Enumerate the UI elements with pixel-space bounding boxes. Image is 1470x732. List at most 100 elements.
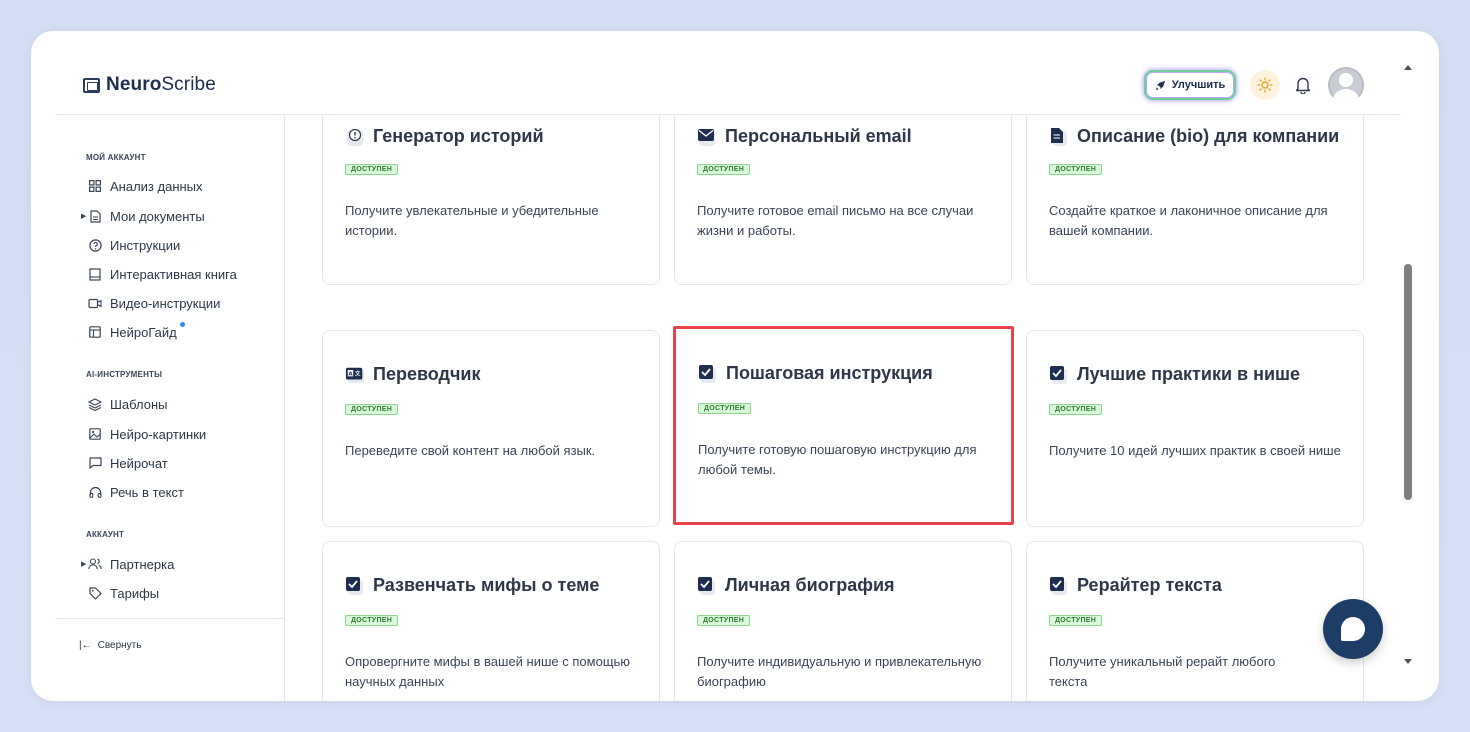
card-title: Рерайтер текста [1049,575,1222,596]
theme-toggle-button[interactable] [1250,70,1280,100]
sidebar-item-speech-to-text[interactable]: Речь в текст [88,483,184,501]
svg-text:文: 文 [355,369,361,377]
check-box-icon [1050,576,1067,595]
sidebar-item-neuro-images[interactable]: Нейро-картинки [88,425,206,443]
status-badge: ДОСТУПЕН [1049,164,1103,175]
card-title: Генератор историй [345,126,544,147]
template-card-best-practices[interactable]: Лучшие практики в нише ДОСТУПЕН Получите… [1026,330,1364,527]
status-badge: ДОСТУПЕН [345,615,399,626]
card-description: Переведите свой контент на любой язык. [345,443,596,458]
check-box-icon [698,576,715,595]
logo-text: NeuroScribe [106,74,216,95]
sidebar-item-my-documents[interactable]: ▶ Мои документы [81,207,205,225]
card-title: Развенчать мифы о теме [345,575,599,596]
sidebar-item-label: Инструкции [110,237,181,253]
template-card-story-generator[interactable]: Генератор историй ДОСТУПЕН Получите увле… [322,116,660,285]
sidebar-item-data-analysis[interactable]: Анализ данных [88,177,203,195]
collapse-sidebar-button[interactable]: |← Свернуть [79,640,141,651]
template-card-personal-bio[interactable]: Личная биография ДОСТУПЕН Получите индив… [674,541,1012,701]
image-icon [88,427,102,441]
template-card-translator[interactable]: A文 Переводчик ДОСТУПЕН Переведите свой к… [322,330,660,527]
collapse-label: Свернуть [97,640,142,651]
sidebar-item-label: Нейрочат [110,455,168,471]
avatar-ring [1328,67,1364,103]
notifications-button[interactable] [1291,72,1315,98]
template-card-company-bio[interactable]: Описание (bio) для компании ДОСТУПЕН Соз… [1026,116,1364,285]
card-description: Опровергните мифы в вашей нише с помощью… [345,654,631,689]
sidebar-item-tariffs[interactable]: Тарифы [88,584,159,602]
sidebar-item-interactive-book[interactable]: Интерактивная книга [88,265,237,283]
upgrade-label: Улучшить [1171,79,1226,91]
scroll-up-arrow-icon[interactable] [1404,65,1412,70]
sidebar-section-label: AI-ИНСТРУМЕНТЫ [86,370,163,379]
sidebar-item-templates[interactable]: Шаблоны [88,395,168,413]
card-description: Создайте краткое и лаконичное описание д… [1049,203,1328,238]
scrollbar[interactable] [1402,31,1439,701]
video-icon [88,296,102,310]
scrollbar-thumb[interactable] [1404,264,1412,500]
card-title: Персональный email [697,126,912,147]
rocket-icon [1155,80,1165,90]
sidebar: МОЙ АККАУНТ Анализ данных ▶ Мои документ… [55,116,285,701]
layers-icon [88,397,102,411]
sidebar-item-neuroguide[interactable]: НейроГайд [88,321,185,341]
check-box-icon [699,364,716,383]
sidebar-item-partners[interactable]: ▶ Партнерка [81,555,175,573]
sidebar-item-instructions[interactable]: Инструкции [88,236,180,254]
grid-icon [88,179,102,193]
document-icon [88,209,102,223]
logo[interactable]: NeuroScribe [83,74,216,96]
template-card-text-rewriter[interactable]: Рерайтер текста ДОСТУПЕН Получите уникал… [1026,541,1364,701]
template-card-step-by-step[interactable]: Пошаговая инструкция ДОСТУПЕН Получите г… [673,326,1014,525]
status-badge: ДОСТУПЕН [1049,404,1103,415]
sidebar-item-label: НейроГайд [110,321,185,340]
template-card-debunk-myths[interactable]: Развенчать мифы о теме ДОСТУПЕН Опроверг… [322,541,660,701]
idea-icon [347,128,363,146]
scroll-down-arrow-icon[interactable] [1404,659,1412,664]
card-title: A文 Переводчик [345,364,481,385]
card-description: Получите увлекательные и убедительные ис… [345,203,599,238]
book-icon [88,267,102,281]
upgrade-button[interactable]: Улучшить [1144,70,1236,100]
chat-icon [88,456,102,470]
status-badge: ДОСТУПЕН [345,164,399,175]
layout-icon [88,325,102,339]
top-header: NeuroScribe Улучшить [55,31,1401,115]
sidebar-item-label: Партнерка [110,556,175,572]
sidebar-divider [55,618,285,619]
caret-right-icon: ▶ [81,213,87,220]
mail-icon [698,128,715,146]
sidebar-item-label: Шаблоны [110,396,168,412]
status-badge: ДОСТУПЕН [697,164,751,175]
card-description: Получите индивидуальную и привлекательну… [697,654,982,689]
card-description: Получите уникальный рерайт любого текста [1049,654,1276,689]
new-indicator-dot [179,321,185,327]
card-description: Получите 10 идей лучших практик в своей … [1049,443,1341,458]
collapse-icon: |← [79,640,92,651]
sidebar-item-label: Мои документы [110,208,205,224]
template-card-personal-email[interactable]: Персональный email ДОСТУПЕН Получите гот… [674,116,1012,285]
sidebar-item-neurochat[interactable]: Нейрочат [88,454,168,472]
card-title: Описание (bio) для компании [1049,126,1339,147]
help-circle-icon [88,238,102,252]
sidebar-item-video-instructions[interactable]: Видео-инструкции [88,294,220,312]
file-icon [1051,127,1067,146]
caret-right-icon: ▶ [81,561,87,568]
sidebar-section-label: МОЙ АККАУНТ [86,153,146,162]
logo-icon [83,77,100,93]
sidebar-item-label: Интерактивная книга [110,266,237,282]
app-window: NeuroScribe Улучшить МОЙ АККАУНТ Анализ … [31,31,1439,701]
support-chat-button[interactable] [1323,599,1383,659]
users-icon [88,557,102,571]
card-title: Пошаговая инструкция [698,363,933,384]
check-box-icon [346,576,363,595]
status-badge: ДОСТУПЕН [698,403,752,414]
sidebar-item-label: Нейро-картинки [110,426,207,442]
avatar[interactable] [1328,67,1364,103]
status-badge: ДОСТУПЕН [697,615,751,626]
sun-icon [1257,77,1273,93]
card-title: Личная биография [697,575,895,596]
status-badge: ДОСТУПЕН [1049,615,1103,626]
sidebar-item-label: Анализ данных [110,178,203,194]
card-description: Получите готовое email письмо на все слу… [697,203,974,238]
